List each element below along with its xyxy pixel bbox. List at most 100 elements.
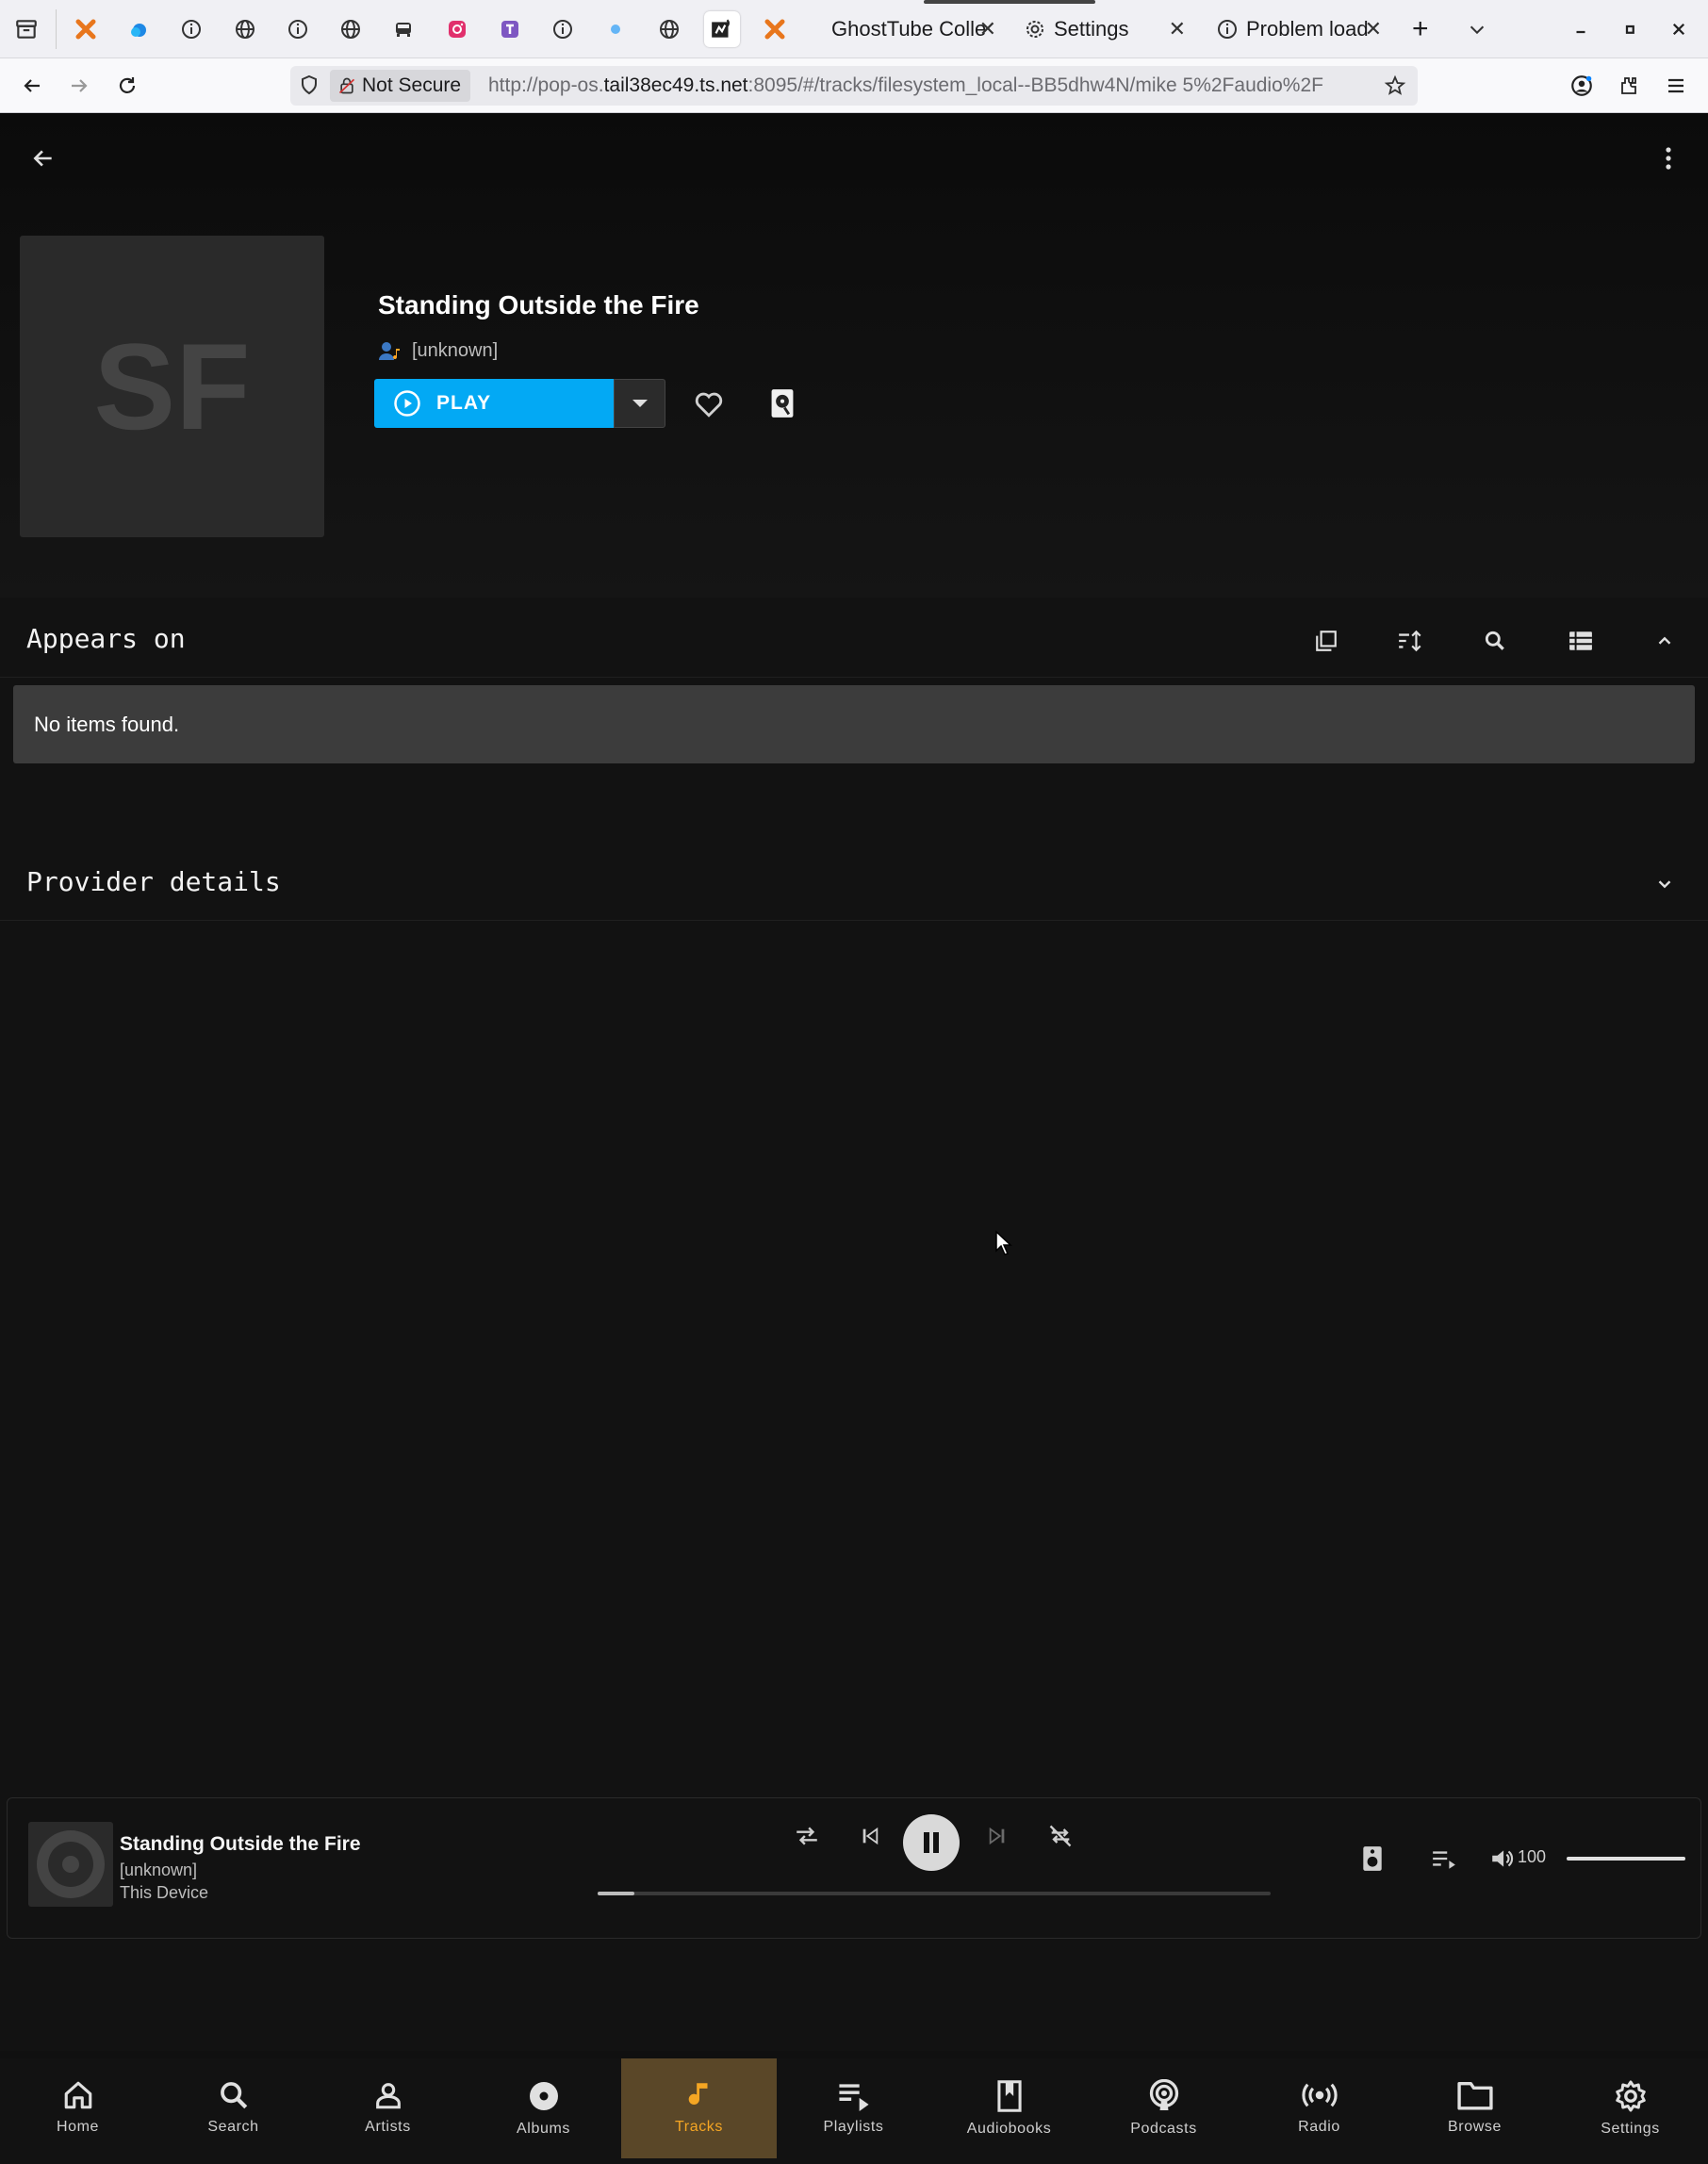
- folder-icon: [1456, 2082, 1493, 2110]
- play-options-dropdown[interactable]: [614, 379, 665, 428]
- pinned-tab-x-icon[interactable]: [757, 11, 793, 47]
- nav-audiobooks[interactable]: Audiobooks: [931, 2058, 1087, 2158]
- provider-details-title: Provider details: [26, 866, 281, 897]
- bookmark-star-icon[interactable]: [1384, 74, 1406, 97]
- now-playing-artist[interactable]: [unknown]: [120, 1861, 197, 1880]
- pinned-tab-info-icon[interactable]: [280, 11, 316, 47]
- select-copy-icon[interactable]: [1307, 622, 1345, 660]
- nav-tracks[interactable]: Tracks: [621, 2058, 777, 2158]
- list-view-icon[interactable]: [1562, 622, 1600, 660]
- minimize-icon[interactable]: [1565, 13, 1597, 45]
- nav-search[interactable]: Search: [156, 2058, 311, 2158]
- tab-close-icon[interactable]: ✕: [1365, 17, 1382, 41]
- tab-close-icon[interactable]: ✕: [979, 17, 996, 41]
- disc-icon: [529, 2082, 558, 2110]
- pinned-tab-info-icon[interactable]: [173, 11, 209, 47]
- info-icon: [1218, 20, 1237, 39]
- nav-label: Browse: [1448, 2119, 1502, 2135]
- shield-icon[interactable]: [298, 74, 320, 96]
- queue-icon[interactable]: [1425, 1840, 1463, 1877]
- pause-button[interactable]: [903, 1814, 960, 1871]
- volume-icon[interactable]: [1484, 1840, 1521, 1877]
- maximize-icon[interactable]: [1614, 13, 1646, 45]
- pinned-tab-globe-icon[interactable]: [227, 11, 263, 47]
- now-playing-title[interactable]: Standing Outside the Fire: [120, 1833, 361, 1856]
- playback-progress-bar[interactable]: [598, 1892, 1271, 1895]
- pinned-tab-t-icon[interactable]: [492, 11, 528, 47]
- back-arrow-icon[interactable]: [25, 139, 62, 177]
- tab-label: Problem load: [1246, 17, 1369, 41]
- pinned-tab-instagram-icon[interactable]: [439, 11, 475, 47]
- reload-icon[interactable]: [110, 69, 144, 103]
- active-tab-music-assistant-icon[interactable]: [704, 11, 740, 47]
- pinned-tab-globe-icon[interactable]: [651, 11, 687, 47]
- more-options-icon[interactable]: [1651, 139, 1685, 177]
- nav-browse[interactable]: Browse: [1397, 2058, 1552, 2158]
- next-track-icon[interactable]: [978, 1817, 1016, 1855]
- security-indicator[interactable]: Not Secure: [330, 70, 471, 102]
- pinned-tab-car-icon[interactable]: [386, 11, 421, 47]
- nav-home[interactable]: Home: [0, 2058, 156, 2158]
- favorite-heart-icon[interactable]: [690, 385, 728, 422]
- tab-close-icon[interactable]: ✕: [1169, 17, 1186, 41]
- appears-on-empty-message: No items found.: [13, 685, 1695, 763]
- forward-icon[interactable]: [62, 69, 96, 103]
- back-icon[interactable]: [15, 69, 49, 103]
- account-icon[interactable]: [1565, 69, 1599, 103]
- url-prefix: http://pop-os.: [488, 74, 604, 96]
- repeat-off-icon[interactable]: [1042, 1817, 1079, 1855]
- collapse-chevron-up-icon[interactable]: [1646, 622, 1683, 660]
- volume-slider-fill: [1567, 1857, 1685, 1861]
- now-playing-artwork[interactable]: [28, 1822, 113, 1907]
- url-rest: :8095/#/tracks/filesystem_local--BB5dhw4…: [747, 74, 1323, 96]
- browser-tab-bar: GhostTube Colle ✕ Settings ✕ Problem loa…: [0, 0, 1708, 58]
- tab-overview-icon[interactable]: [8, 11, 44, 47]
- tab-settings[interactable]: Settings ✕: [1024, 9, 1186, 49]
- previous-track-icon[interactable]: [851, 1817, 889, 1855]
- nav-podcasts[interactable]: Podcasts: [1086, 2058, 1241, 2158]
- extensions-icon[interactable]: [1612, 69, 1646, 103]
- url-text[interactable]: http://pop-os. tail38ec49.ts.net:8095/#/t…: [488, 66, 1374, 106]
- volume-level: 100: [1518, 1847, 1547, 1866]
- menu-hamburger-icon[interactable]: [1659, 69, 1693, 103]
- pinned-tab-globe-icon[interactable]: [333, 11, 369, 47]
- expand-chevron-down-icon[interactable]: [1646, 865, 1683, 903]
- pinned-tab-info-icon[interactable]: [545, 11, 581, 47]
- provider-details-header[interactable]: Provider details: [0, 847, 1708, 921]
- sort-icon[interactable]: [1391, 622, 1429, 660]
- nav-label: Playlists: [823, 2119, 884, 2135]
- pinned-tab-dot-icon[interactable]: [598, 11, 633, 47]
- pinned-tab-x-icon[interactable]: [68, 11, 104, 47]
- now-playing-bar: Standing Outside the Fire [unknown] This…: [7, 1797, 1701, 1939]
- play-button[interactable]: PLAY: [374, 379, 614, 428]
- pause-icon: [924, 1832, 939, 1853]
- play-label: PLAY: [436, 392, 492, 414]
- nav-radio[interactable]: Radio: [1241, 2058, 1397, 2158]
- music-note-icon: [688, 2083, 707, 2106]
- tab-ghosttube[interactable]: GhostTube Colle ✕: [831, 9, 996, 49]
- search-icon[interactable]: [1476, 622, 1514, 660]
- tab-problem-loading[interactable]: Problem load ✕: [1216, 9, 1382, 49]
- list-tabs-chevron-icon[interactable]: [1461, 13, 1493, 45]
- url-bar[interactable]: Not Secure http://pop-os. tail38ec49.ts.n…: [290, 66, 1418, 106]
- browser-nav-bar: Not Secure http://pop-os. tail38ec49.ts.n…: [0, 58, 1708, 113]
- caret-down-icon: [632, 400, 648, 407]
- now-playing-device[interactable]: This Device: [120, 1883, 208, 1903]
- nav-artists[interactable]: Artists: [310, 2058, 466, 2158]
- nav-playlists[interactable]: Playlists: [776, 2058, 931, 2158]
- speaker-device-icon[interactable]: [1354, 1840, 1391, 1877]
- volume-slider[interactable]: [1567, 1857, 1685, 1861]
- music-assistant-app: SF Standing Outside the Fire [unknown] P…: [0, 113, 1708, 2164]
- close-window-icon[interactable]: [1663, 13, 1695, 45]
- shuffle-icon[interactable]: [788, 1817, 826, 1855]
- playlist-icon: [838, 2084, 869, 2111]
- bottom-navigation: Home Search Artists Albums Tracks Playli…: [0, 2058, 1708, 2164]
- nav-label: Albums: [517, 2121, 570, 2137]
- track-artist[interactable]: [unknown]: [378, 339, 498, 362]
- person-icon: [375, 2083, 401, 2109]
- nav-settings[interactable]: Settings: [1552, 2058, 1708, 2158]
- filesystem-provider-icon[interactable]: [764, 385, 801, 422]
- pinned-tab-cloud-icon[interactable]: [122, 11, 157, 47]
- nav-albums[interactable]: Albums: [466, 2058, 621, 2158]
- new-tab-button[interactable]: +: [1412, 9, 1440, 49]
